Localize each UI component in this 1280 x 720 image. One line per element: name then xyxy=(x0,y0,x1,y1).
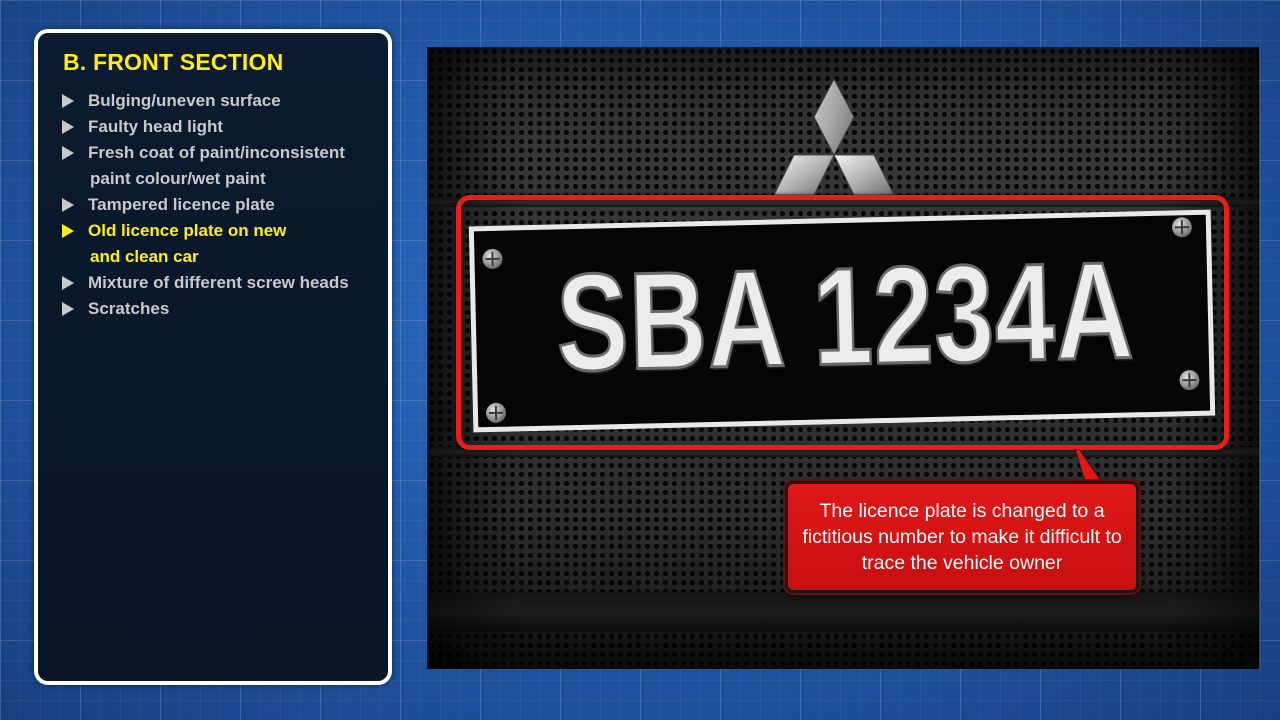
plate-highlight-box xyxy=(456,195,1229,450)
triangle-bullet-icon xyxy=(62,120,74,134)
checklist: Bulging/uneven surface Faulty head light… xyxy=(58,88,349,322)
checklist-item-label-cont: paint colour/wet paint xyxy=(90,169,266,188)
checklist-panel: B. FRONT SECTION Bulging/uneven surface … xyxy=(34,29,392,685)
callout-box: The licence plate is changed to a fictit… xyxy=(785,481,1139,593)
callout-pointer xyxy=(1074,449,1104,485)
checklist-item-label: Tampered licence plate xyxy=(88,195,275,214)
checklist-item-label: Fresh coat of paint/inconsistent xyxy=(88,143,345,162)
triangle-bullet-icon xyxy=(62,198,74,212)
checklist-item-label: Mixture of different screw heads xyxy=(88,273,349,292)
triangle-bullet-icon xyxy=(62,146,74,160)
checklist-item-label: Scratches xyxy=(88,299,170,318)
checklist-item: Fresh coat of paint/inconsistent paint c… xyxy=(58,140,349,192)
checklist-item-label-cont: and clean car xyxy=(90,247,199,266)
checklist-item-label: Old licence plate on new xyxy=(88,221,287,240)
checklist-item: Faulty head light xyxy=(58,114,349,140)
checklist-item-active: Old licence plate on new and clean car xyxy=(58,218,349,270)
callout-text: The licence plate is changed to a fictit… xyxy=(802,500,1122,574)
checklist-item: Tampered licence plate xyxy=(58,192,349,218)
checklist-item: Scratches xyxy=(58,296,349,322)
triangle-bullet-icon xyxy=(62,94,74,108)
triangle-bullet-icon xyxy=(62,276,74,290)
checklist-item: Mixture of different screw heads xyxy=(58,270,349,296)
checklist-item-label: Faulty head light xyxy=(88,117,224,136)
checklist-item: Bulging/uneven surface xyxy=(58,88,349,114)
triangle-bullet-icon xyxy=(62,224,74,238)
panel-title: B. FRONT SECTION xyxy=(63,49,284,75)
checklist-item-label: Bulging/uneven surface xyxy=(88,91,281,110)
triangle-bullet-icon xyxy=(62,302,74,316)
